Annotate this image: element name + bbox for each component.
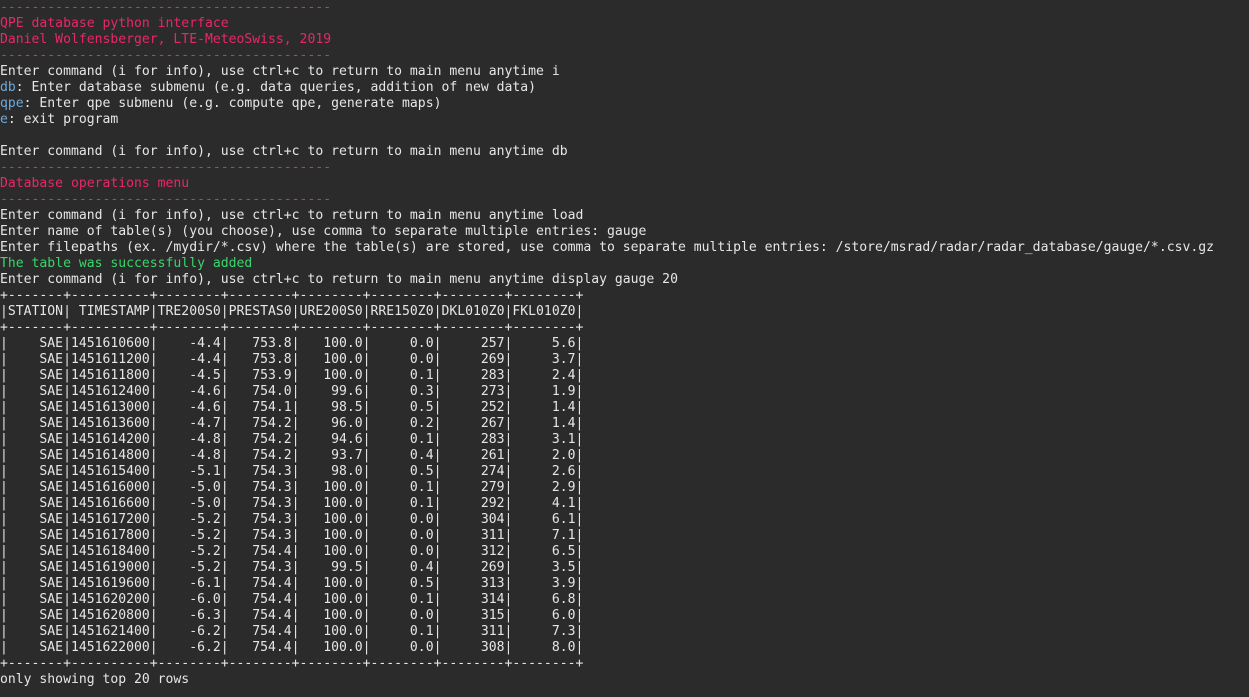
table-border-top: +-------+----------+--------+--------+--… xyxy=(0,288,584,303)
table-row: | SAE|1451619600| -6.1| 754.4| 100.0| 0.… xyxy=(0,576,584,591)
table-row: | SAE|1451621400| -6.2| 754.4| 100.0| 0.… xyxy=(0,624,584,639)
prompt-load: Enter command (i for info), use ctrl+c t… xyxy=(0,208,584,223)
table-footer-note: only showing top 20 rows xyxy=(0,672,190,687)
table-row: | SAE|1451616600| -5.0| 754.3| 100.0| 0.… xyxy=(0,496,584,511)
table-row: | SAE|1451614800| -4.8| 754.2| 93.7| 0.4… xyxy=(0,448,584,463)
table-header: |STATION| TIMESTAMP|TRE200S0|PRESTAS0|UR… xyxy=(0,304,584,319)
prompt-table-name: Enter name of table(s) (you choose), use… xyxy=(0,224,647,239)
db-separator-top: ----------------------------------------… xyxy=(0,160,332,175)
prompt-filepaths: Enter filepaths (ex. /mydir/*.csv) where… xyxy=(0,240,1214,255)
table-row: | SAE|1451617200| -5.2| 754.3| 100.0| 0.… xyxy=(0,512,584,527)
menu-option-qpe: qpe: Enter qpe submenu (e.g. compute qpe… xyxy=(0,96,1249,112)
table-row: | SAE|1451617800| -5.2| 754.3| 100.0| 0.… xyxy=(0,528,584,543)
prompt-db: Enter command (i for info), use ctrl+c t… xyxy=(0,144,568,159)
menu-desc-db: : Enter database submenu (e.g. data quer… xyxy=(15,80,537,95)
table-row: | SAE|1451613600| -4.7| 754.2| 96.0| 0.2… xyxy=(0,416,584,431)
table-row: | SAE|1451611800| -4.5| 753.9| 100.0| 0.… xyxy=(0,368,584,383)
db-menu-title: Database operations menu xyxy=(0,176,190,191)
table-border-mid: +-------+----------+--------+--------+--… xyxy=(0,320,584,335)
menu-key-db: db xyxy=(0,80,16,95)
table-row: | SAE|1451612400| -4.6| 754.0| 99.6| 0.3… xyxy=(0,384,584,399)
header-separator-bottom: ----------------------------------------… xyxy=(0,48,332,63)
table-row: | SAE|1451616000| -5.0| 754.3| 100.0| 0.… xyxy=(0,480,584,495)
table-row: | SAE|1451610600| -4.4| 753.8| 100.0| 0.… xyxy=(0,336,584,351)
table-row: | SAE|1451613000| -4.6| 754.1| 98.5| 0.5… xyxy=(0,400,584,415)
menu-key-exit: e xyxy=(0,112,8,127)
table-row: | SAE|1451622000| -6.2| 754.4| 100.0| 0.… xyxy=(0,640,584,655)
prompt-display: Enter command (i for info), use ctrl+c t… xyxy=(0,272,678,287)
menu-option-exit: e: exit program xyxy=(0,112,1249,128)
table-row: | SAE|1451620200| -6.0| 754.4| 100.0| 0.… xyxy=(0,592,584,607)
app-title: QPE database python interface xyxy=(0,16,229,31)
table-border-bottom: +-------+----------+--------+--------+--… xyxy=(0,656,584,671)
db-separator-bottom: ----------------------------------------… xyxy=(0,192,332,207)
table-row: | SAE|1451611200| -4.4| 753.8| 100.0| 0.… xyxy=(0,352,584,367)
app-author: Daniel Wolfensberger, LTE-MeteoSwiss, 20… xyxy=(0,32,332,47)
success-message: The table was successfully added xyxy=(0,256,253,271)
menu-option-db: db: Enter database submenu (e.g. data qu… xyxy=(0,80,1249,96)
result-table: +-------+----------+--------+--------+--… xyxy=(0,288,1249,672)
table-row: | SAE|1451618400| -5.2| 754.4| 100.0| 0.… xyxy=(0,544,584,559)
prompt-info: Enter command (i for info), use ctrl+c t… xyxy=(0,64,560,79)
table-row: | SAE|1451614200| -4.8| 754.2| 94.6| 0.1… xyxy=(0,432,584,447)
menu-key-qpe: qpe xyxy=(0,96,24,111)
table-row: | SAE|1451620800| -6.3| 754.4| 100.0| 0.… xyxy=(0,608,584,623)
header-separator-top: ----------------------------------------… xyxy=(0,0,332,15)
terminal-window[interactable]: ----------------------------------------… xyxy=(0,0,1249,697)
menu-desc-qpe: : Enter qpe submenu (e.g. compute qpe, g… xyxy=(23,96,442,111)
menu-desc-exit: : exit program xyxy=(7,112,119,127)
table-row: | SAE|1451615400| -5.1| 754.3| 98.0| 0.5… xyxy=(0,464,584,479)
table-row: | SAE|1451619000| -5.2| 754.3| 99.5| 0.4… xyxy=(0,560,584,575)
